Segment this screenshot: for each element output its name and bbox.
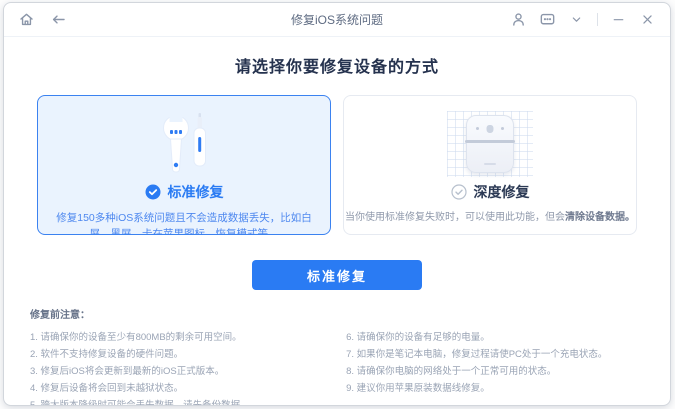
repair-mode-cards: 标准修复 修复150多种iOS系统问题且不会造成数据丢失，比如白屏，黑屏，卡在苹…: [37, 95, 637, 235]
standard-repair-label-row: 标准修复: [38, 182, 330, 202]
deep-repair-description: 当你使用标准修复失败时，可以使用此功能，但会清除设备数据。: [345, 212, 635, 223]
card-standard-repair[interactable]: 标准修复 修复150多种iOS系统问题且不会造成数据丢失，比如白屏，黑屏，卡在苹…: [37, 95, 331, 235]
note-item: 3. 修复后iOS将会更新到最新的iOS正式版本。: [30, 366, 225, 377]
titlebar: 修复iOS系统问题: [4, 3, 670, 37]
notes-column-right: 6. 请确保你的设备有足够的电量。 7. 如果你是笔记本电脑，修复过程请使PC处…: [346, 329, 656, 405]
home-icon[interactable]: [18, 11, 35, 28]
note-item: 4. 修复后设备将会回到未越狱状态。: [30, 383, 184, 394]
device-icon: [344, 106, 636, 182]
account-icon[interactable]: [510, 11, 527, 28]
page-title: 请选择你要修复设备的方式: [234, 59, 439, 76]
note-item: 2. 软件不支持修复设备的硬件问题。: [30, 349, 184, 360]
titlebar-separator: [597, 13, 598, 26]
note-item: 9. 建议你用苹果原装数据线修复。: [346, 383, 490, 394]
minimize-icon[interactable]: [610, 11, 627, 28]
note-item: 1. 请确保你的设备至少有800MB的剩余可用空间。: [30, 332, 242, 343]
grayed-device-shape: [465, 115, 515, 173]
feedback-icon[interactable]: [539, 11, 556, 28]
standard-repair-description: 修复150多种iOS系统问题且不会造成数据丢失，比如白屏，黑屏，卡在苹果图标，恢…: [56, 212, 312, 235]
back-icon[interactable]: [50, 11, 67, 28]
close-icon[interactable]: [639, 11, 656, 28]
note-item: 8. 请确保你电脑的网络处于一个正常可用的状态。: [346, 366, 557, 377]
notes-section: 修复前注意： 1. 请确保你的设备至少有800MB的剩余可用空间。 2. 软件不…: [30, 306, 656, 406]
check-circle-outline-icon: [450, 184, 467, 200]
standard-repair-label: 标准修复: [167, 184, 224, 200]
note-item: 5. 跨大版本降级时可能会丢失数据，请先备份数据: [30, 400, 241, 406]
app-window: 修复iOS系统问题 请选择你要修复设备的方式 标准修复 修复150多种iOS系统…: [3, 2, 671, 406]
check-circle-filled-icon: [145, 184, 160, 200]
titlebar-left: [18, 11, 67, 28]
notes-column-left: 1. 请确保你的设备至少有800MB的剩余可用空间。 2. 软件不支持修复设备的…: [30, 329, 346, 406]
note-item: 6. 请确保你的设备有足够的电量。: [346, 332, 490, 343]
titlebar-right: [510, 11, 656, 28]
deep-repair-label: 深度修复: [473, 184, 530, 200]
grid-backdrop: [447, 111, 533, 177]
card-deep-repair[interactable]: 深度修复 当你使用标准修复失败时，可以使用此功能，但会清除设备数据。: [343, 95, 637, 235]
wrench-screwdriver-icon: [38, 106, 330, 182]
standard-repair-button[interactable]: 标准修复: [252, 260, 422, 290]
note-item: 7. 如果你是笔记本电脑，修复过程请使PC处于一个充电状态。: [346, 349, 608, 360]
notes-header: 修复前注意：: [30, 310, 90, 321]
deep-repair-label-row: 深度修复: [344, 182, 636, 202]
chevron-down-icon[interactable]: [568, 11, 585, 28]
